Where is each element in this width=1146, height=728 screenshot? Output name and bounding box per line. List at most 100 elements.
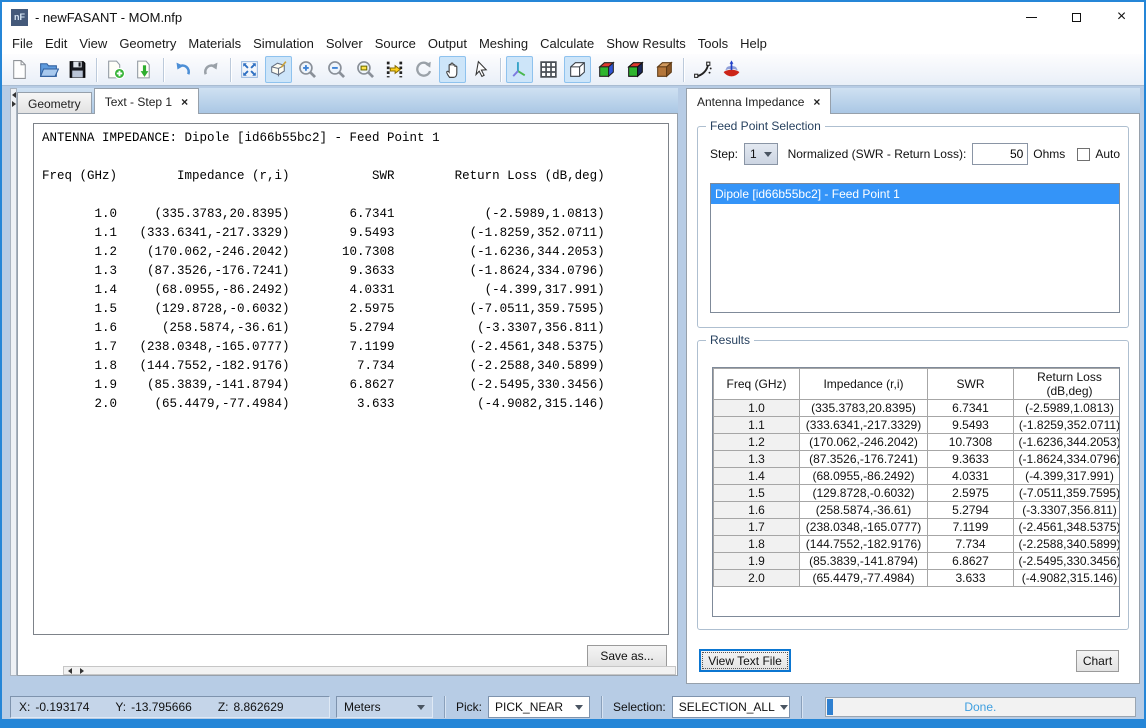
view-text-file-button[interactable]: View Text File [699,649,791,672]
zoom-in-button[interactable] [294,56,321,83]
zoom-out-button[interactable] [323,56,350,83]
results-cell: (-2.2588,340.5899) [1014,536,1121,553]
tab-geometry[interactable]: Geometry [17,92,92,114]
undo-icon [172,59,193,80]
save-as-button[interactable]: Save as... [587,645,667,667]
menu-materials[interactable]: Materials [182,34,247,53]
menu-geometry[interactable]: Geometry [113,34,182,53]
z-label: Z: [218,700,229,714]
menu-source[interactable]: Source [369,34,422,53]
menu-meshing[interactable]: Meshing [473,34,534,53]
new-document-icon [9,59,30,80]
zoom-window-button[interactable] [352,56,379,83]
menu-edit[interactable]: Edit [39,34,73,53]
results-cell: (238.0348,-165.0777) [800,519,928,536]
new-step-button[interactable] [102,56,129,83]
left-tab-strip: Geometry Text - Step 1 × [17,88,678,114]
solid-button[interactable] [651,56,678,83]
chevron-down-icon [417,705,425,710]
undo-button[interactable] [169,56,196,83]
pick-label: Pick: [456,700,482,714]
feed-point-selection-legend: Feed Point Selection [706,119,825,133]
close-button[interactable]: × [1099,2,1144,32]
chevron-down-icon [575,705,583,710]
shaded-edges-button[interactable] [622,56,649,83]
import-step-button[interactable] [131,56,158,83]
results-cell: (-7.0511,359.7595) [1014,485,1121,502]
menu-help[interactable]: Help [734,34,773,53]
menu-tools[interactable]: Tools [692,34,734,53]
window-controls: × [1009,2,1144,32]
chevron-down-icon [764,152,772,157]
app-logo-icon: nF [11,9,28,26]
tab-close-icon[interactable]: × [181,96,188,108]
pick-value: PICK_NEAR [495,700,563,714]
save-button[interactable] [64,56,91,83]
scrollbar-left-icon[interactable] [68,668,72,674]
curvature-button[interactable] [689,56,716,83]
y-value: -13.795666 [131,700,192,714]
menu-show-results[interactable]: Show Results [600,34,691,53]
feed-point-list-item[interactable]: Dipole [id66b55bc2] - Feed Point 1 [711,184,1119,204]
results-cell: 6.8627 [928,553,1014,570]
maximize-button[interactable] [1054,2,1099,32]
menu-view[interactable]: View [73,34,113,53]
results-cell: (68.0955,-86.2492) [800,468,928,485]
wireframe-icon [567,59,588,80]
solid-icon [654,59,675,80]
chart-button[interactable]: Chart [1076,650,1119,672]
far-field-icon [721,59,742,80]
results-cell: 7.1199 [928,519,1014,536]
selection-select[interactable]: SELECTION_ALL [672,696,790,718]
menu-output[interactable]: Output [422,34,473,53]
wireframe-button[interactable] [564,56,591,83]
tab-text-step-1[interactable]: Text - Step 1 × [94,88,199,114]
grid-button[interactable] [535,56,562,83]
menu-calculate[interactable]: Calculate [534,34,600,53]
pan-button[interactable] [439,56,466,83]
step-value: 1 [750,147,757,161]
tab-antenna-impedance[interactable]: Antenna Impedance × [686,88,831,114]
far-field-button[interactable] [718,56,745,83]
dock-collapse-strip[interactable] [10,88,17,676]
next-step-icon [384,59,405,80]
tab-geometry-label: Geometry [28,97,81,111]
rotate-button[interactable] [410,56,437,83]
shaded-button[interactable] [593,56,620,83]
results-cell: (144.7552,-182.9176) [800,536,928,553]
minimize-button[interactable] [1009,2,1054,32]
normalized-ohms-input[interactable] [972,143,1028,165]
menu-simulation[interactable]: Simulation [247,34,320,53]
perspective-button[interactable] [265,56,292,83]
results-cell: (170.062,-246.2042) [800,434,928,451]
axes-button[interactable] [506,56,533,83]
step-select[interactable]: 1 [744,143,778,165]
results-cell: 1.6 [714,502,800,519]
next-step-button[interactable] [381,56,408,83]
x-value: -0.193174 [35,700,89,714]
select-button[interactable] [468,56,495,83]
tab-close-icon[interactable]: × [813,96,820,108]
scroll-left-icon [12,92,16,98]
results-cell: 1.8 [714,536,800,553]
scrollbar-right-icon[interactable] [80,668,84,674]
menu-solver[interactable]: Solver [320,34,369,53]
fit-screen-button[interactable] [236,56,263,83]
auto-checkbox[interactable] [1077,148,1090,161]
redo-button[interactable] [198,56,225,83]
menu-file[interactable]: File [6,34,39,53]
results-table-row: 1.9(85.3839,-141.8794)6.8627(-2.5495,330… [714,553,1121,570]
results-cell: (-4.399,317.991) [1014,468,1121,485]
results-cell: 2.5975 [928,485,1014,502]
units-select[interactable]: Meters [336,696,433,718]
results-cell: 1.3 [714,451,800,468]
results-table-row: 1.6(258.5874,-36.61)5.2794(-3.3307,356.8… [714,502,1121,519]
open-folder-button[interactable] [35,56,62,83]
results-cell: 1.0 [714,400,800,417]
results-table: Freq (GHz)Impedance (r,i)SWRReturn Loss … [713,368,1120,587]
pick-select[interactable]: PICK_NEAR [488,696,590,718]
horizontal-scrollbar[interactable] [63,666,676,675]
curvature-icon [692,59,713,80]
new-document-button[interactable] [6,56,33,83]
shaded-icon [596,59,617,80]
